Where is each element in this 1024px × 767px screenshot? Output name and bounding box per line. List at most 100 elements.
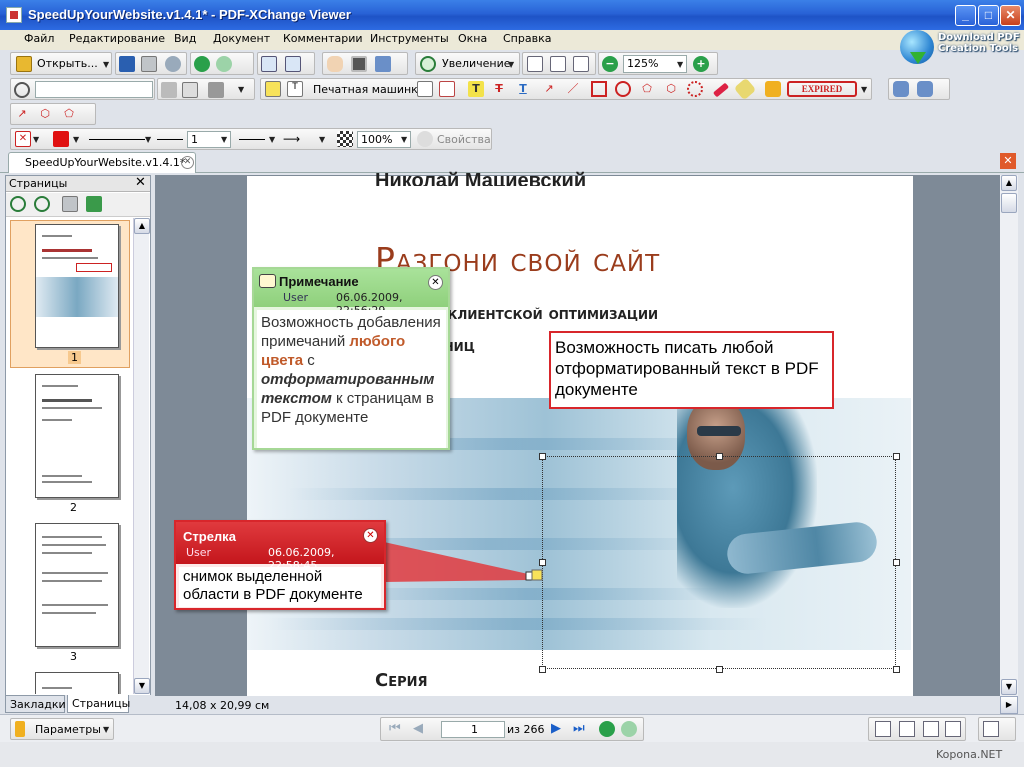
page-number-input[interactable]: 1 [441,721,505,738]
zoom-out-icon[interactable]: − [602,56,618,72]
links-icon[interactable] [161,82,177,98]
single-page-icon[interactable] [875,721,891,737]
measure-area-icon[interactable]: ⬠ [61,106,77,122]
summarize-icon[interactable] [917,81,933,97]
chevron-down-icon[interactable]: ▼ [677,60,683,69]
print-icon[interactable] [141,56,157,72]
oval-tool-icon[interactable] [615,81,631,97]
callout-icon[interactable] [439,81,455,97]
line-tool-icon[interactable]: ／ [565,81,581,97]
enlarge-thumbnails-icon[interactable] [10,196,26,212]
page-thumbnail-4[interactable] [35,672,119,694]
line-style-sample[interactable] [89,139,145,140]
no-fill-icon[interactable]: ✕ [15,131,31,147]
copy-icon[interactable] [261,56,277,72]
arrow-annotation[interactable] [380,540,550,600]
menu-help[interactable]: Справка [503,32,551,45]
note-body[interactable]: Возможность добавления примечаний любого… [257,310,446,448]
close-arrow-popup-icon[interactable]: ✕ [363,528,378,543]
chevron-down-icon[interactable]: ▼ [238,85,244,94]
menu-file[interactable]: Файл [24,32,54,45]
comments-list-icon[interactable] [893,81,909,97]
first-page-icon[interactable]: ⏮ [389,721,405,737]
page-thumbnail-3[interactable] [35,523,119,647]
tab-bookmarks[interactable]: Закладки [5,695,66,713]
search-input[interactable] [35,81,153,98]
strikeout-icon[interactable]: T [491,81,507,97]
resize-handle[interactable] [716,453,723,460]
prev-page-icon[interactable]: ◀ [413,721,429,737]
page-thumbnail-2[interactable] [35,374,119,498]
zoom-tool-button[interactable]: Увеличение ▼ [415,52,520,75]
app-icon[interactable] [6,7,22,23]
close-note-icon[interactable]: ✕ [428,275,443,290]
stamp-icon[interactable] [765,81,781,97]
menu-tools[interactable]: Инструменты [370,32,449,45]
expired-stamp[interactable]: EXPIRED [787,81,857,97]
menu-windows[interactable]: Окна [458,32,487,45]
chevron-down-icon[interactable]: ▼ [145,135,151,144]
last-page-icon[interactable]: ⏭ [573,721,589,737]
save-icon[interactable] [119,56,135,72]
eraser-icon[interactable] [733,77,757,101]
zoom-in-icon[interactable]: + [693,56,709,72]
pencil-icon[interactable] [712,82,730,98]
properties-button[interactable]: Свойства [437,133,491,146]
download-promo[interactable]: Download PDF Creation Tools [898,30,1020,70]
resize-handle[interactable] [539,666,546,673]
arrow-popup[interactable]: Стрелка User 06.06.2009, 22:58:45 ✕ сним… [174,520,386,610]
open-button[interactable]: Открыть... ▼ [10,52,112,75]
typewriter-label[interactable]: Печатная машинка [313,83,425,96]
resize-handle[interactable] [893,453,900,460]
resize-handle[interactable] [893,666,900,673]
menu-document[interactable]: Документ [213,32,270,45]
back-view-icon[interactable] [599,721,615,737]
rectangle-tool-icon[interactable] [591,81,607,97]
stamp-tool-icon[interactable] [208,82,224,98]
scroll-thumb[interactable] [1001,193,1017,213]
resize-handle[interactable] [539,453,546,460]
maximize-button[interactable]: □ [978,5,999,26]
binoculars-icon[interactable] [14,82,30,98]
measure-perimeter-icon[interactable]: ⬡ [37,106,53,122]
back-icon[interactable] [194,56,210,72]
next-page-icon[interactable]: ▶ [551,721,567,737]
chevron-down-icon[interactable]: ▼ [33,135,39,144]
close-document-button[interactable]: ✕ [1000,153,1016,169]
page-thumbnail-1[interactable] [35,224,119,348]
options-button[interactable]: Параметры ▼ [10,718,114,740]
line-end-arrow-icon[interactable]: ⟶ [283,132,300,146]
close-tab-icon[interactable]: ✕ [181,156,194,169]
polyline-tool-icon[interactable]: ⬡ [663,81,679,97]
extract-pages-icon[interactable] [86,196,102,212]
highlight-text-icon[interactable]: T [468,81,484,97]
document-tab[interactable]: SpeedUpYourWebsite.v1.4.1* ✕ [8,152,196,173]
fit-page-icon[interactable] [550,56,566,72]
scroll-up-button[interactable]: ▲ [1001,175,1017,191]
cloud-tool-icon[interactable] [687,81,703,97]
arrow-popup-body[interactable]: снимок выделенной области в PDF документ… [179,567,381,607]
actual-size-icon[interactable] [527,56,543,72]
textbox-icon[interactable] [417,81,433,97]
chevron-down-icon[interactable]: ▼ [401,135,407,144]
reduce-thumbnails-icon[interactable] [34,196,50,212]
close-pane-icon[interactable]: ✕ [135,175,146,190]
menu-comments[interactable]: Комментарии [283,32,363,45]
attach-icon[interactable] [182,82,198,98]
document-scrollbar[interactable]: ▲ ▼ [1000,175,1018,696]
paste-icon[interactable] [285,56,301,72]
scroll-down-button[interactable]: ▼ [134,678,150,694]
line-start-sample[interactable] [239,139,265,140]
resize-handle[interactable] [716,666,723,673]
polygon-tool-icon[interactable]: ⬠ [639,81,655,97]
chevron-down-icon[interactable]: ▼ [221,135,227,144]
minimize-button[interactable]: _ [955,5,976,26]
chevron-down-icon[interactable]: ▼ [269,135,275,144]
continuous-icon[interactable] [899,721,915,737]
fit-width-icon[interactable] [573,56,589,72]
forward-icon[interactable] [216,56,232,72]
forward-view-icon[interactable] [621,721,637,737]
underline-icon[interactable]: T [515,81,531,97]
facing-continuous-icon[interactable] [945,721,961,737]
chevron-down-icon[interactable]: ▼ [861,85,867,94]
